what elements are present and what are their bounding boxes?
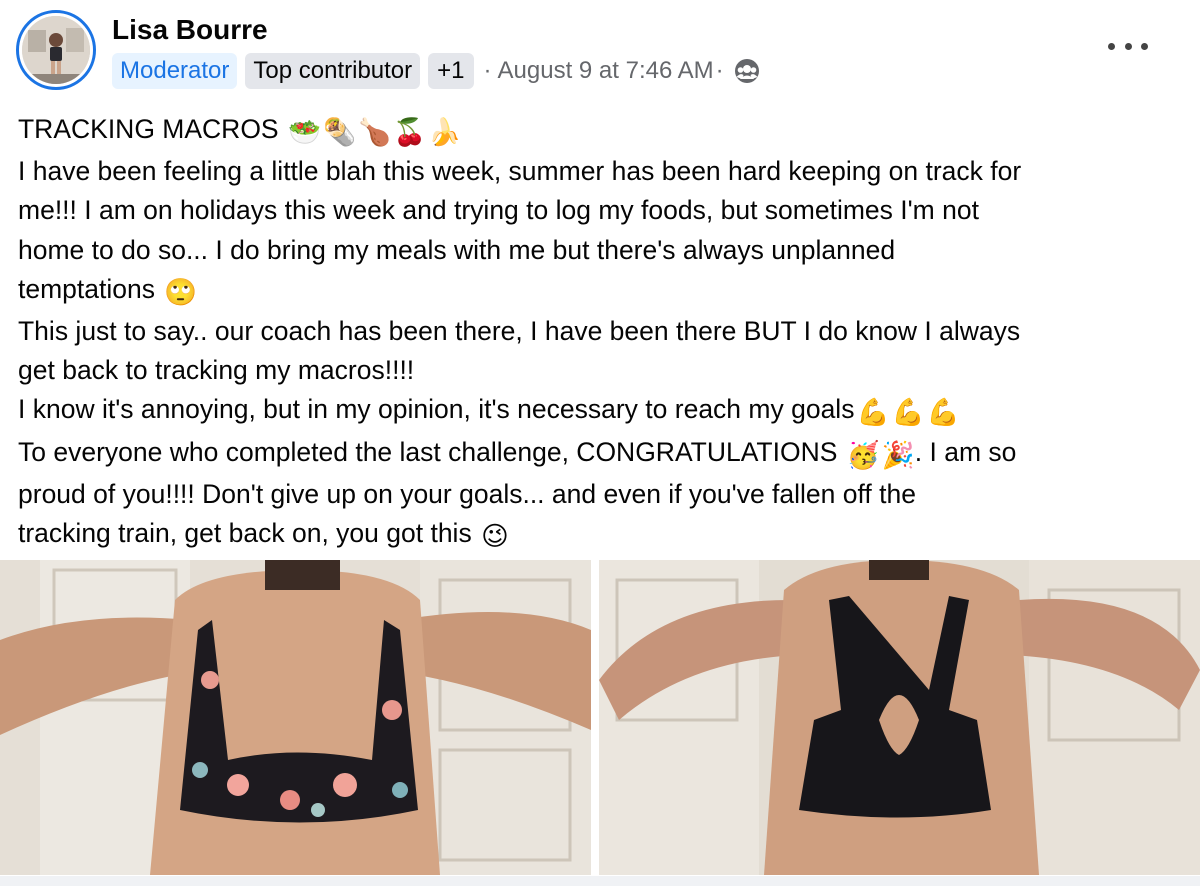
flexed-biceps-emoji: 💪 <box>856 397 890 428</box>
post-line: home to do so... I do bring my meals wit… <box>18 234 896 265</box>
more-options-icon[interactable] <box>1108 34 1148 58</box>
post-line: temptations 🙄 <box>18 270 1188 312</box>
meta-separator: · <box>715 57 724 84</box>
author-avatar[interactable] <box>16 10 96 90</box>
party-popper-emoji: 🎉 <box>881 439 915 470</box>
top-contributor-badge[interactable]: Top contributor <box>245 53 421 89</box>
burrito-emoji: 🌯 <box>322 117 356 147</box>
post-line: tracking train, get back on, you got thi… <box>18 514 1188 556</box>
post-line: get back to tracking my macros!!!! <box>18 355 415 386</box>
post-line: I have been feeling a little blah this w… <box>18 156 1022 187</box>
post-body: TRACKING MACROS 🥗🌯🍗🍒🍌 I have been feelin… <box>18 110 1188 556</box>
salad-emoji: 🥗 <box>287 117 321 147</box>
post-line: To everyone who completed the last chall… <box>18 433 1188 475</box>
eye-roll-emoji: 🙄 <box>164 276 198 307</box>
group-audience-icon[interactable] <box>734 58 760 84</box>
avatar-photo <box>22 16 90 84</box>
photo-gallery <box>0 560 1200 875</box>
post-divider <box>0 876 1200 886</box>
moderator-badge[interactable]: Moderator <box>112 53 238 89</box>
drumstick-emoji: 🍗 <box>357 117 391 147</box>
wink-emoji: 😉 <box>481 521 509 552</box>
post-line: me!!! I am on holidays this week and try… <box>18 195 979 226</box>
more-badges-button[interactable]: +1 <box>428 53 474 89</box>
post-line: TRACKING MACROS 🥗🌯🍗🍒🍌 <box>18 110 1188 152</box>
banana-emoji: 🍌 <box>427 117 461 147</box>
cherries-emoji: 🍒 <box>392 117 426 147</box>
party-face-emoji: 🥳 <box>846 439 880 470</box>
post-line: I know it's annoying, but in my opinion,… <box>18 390 1188 432</box>
before-photo[interactable] <box>0 560 591 875</box>
author-name[interactable]: Lisa Bourre <box>112 14 268 46</box>
meta-separator: · <box>483 57 492 84</box>
post-line: proud of you!!!! Don't give up on your g… <box>18 478 916 509</box>
after-photo[interactable] <box>599 560 1200 875</box>
post-meta: Moderator Top contributor +1 · August 9 … <box>112 52 760 90</box>
post-timestamp[interactable]: August 9 at 7:46 AM <box>498 57 714 85</box>
flexed-biceps-emoji: 💪 <box>926 397 960 428</box>
post-line: This just to say.. our coach has been th… <box>18 316 1021 347</box>
flexed-biceps-emoji: 💪 <box>891 397 925 428</box>
